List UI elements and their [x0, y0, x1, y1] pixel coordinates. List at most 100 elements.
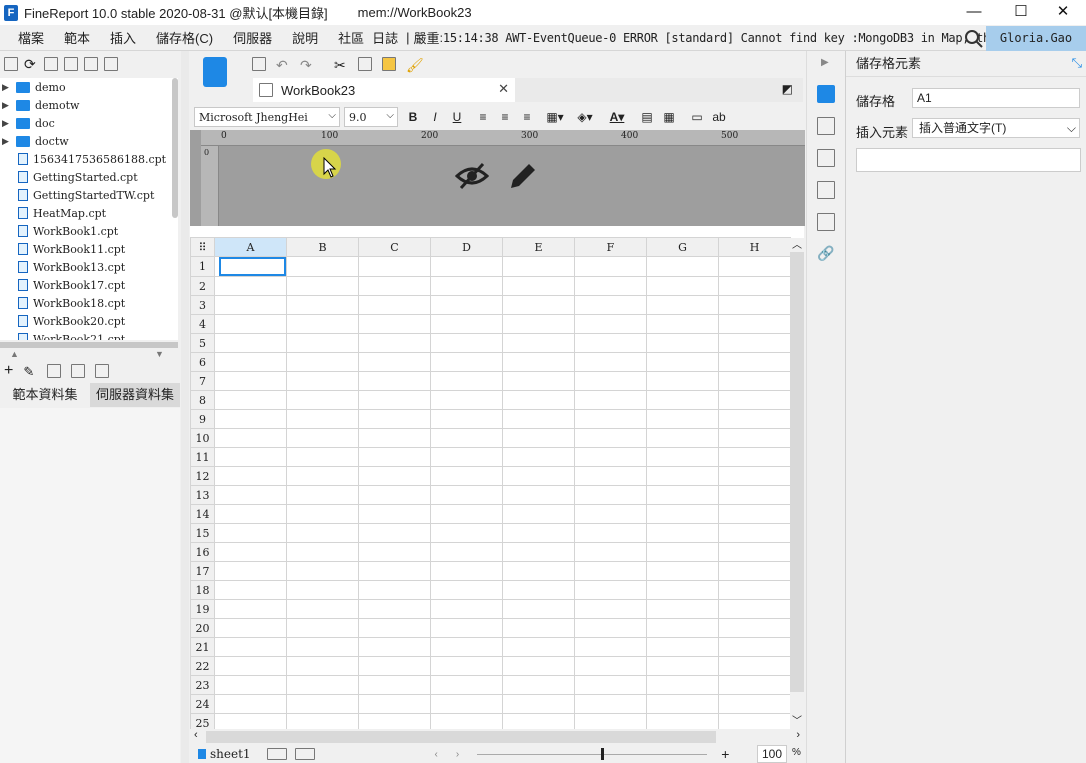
grid-cell[interactable] [574, 504, 647, 524]
font-size-select[interactable]: 9.0 ⌵ [344, 107, 398, 127]
grid-cell[interactable] [286, 637, 359, 657]
row-header[interactable]: 11 [190, 447, 215, 467]
column-header[interactable]: G [646, 237, 719, 257]
expand-icon[interactable]: ▶ [2, 136, 10, 147]
grid-cell[interactable] [574, 485, 647, 505]
grid-cell[interactable] [574, 314, 647, 334]
grid-cell[interactable] [502, 504, 575, 524]
grid-cell[interactable] [358, 504, 431, 524]
row-header[interactable]: 9 [190, 409, 215, 429]
row-header[interactable]: 17 [190, 561, 215, 581]
grid-cell[interactable] [430, 447, 503, 467]
grid-cell[interactable] [430, 485, 503, 505]
grid-cell[interactable] [718, 599, 791, 619]
grid-hscrollbar[interactable]: ‹ › [190, 729, 804, 745]
border-icon[interactable]: ▦▾ [544, 110, 566, 124]
grid-cell[interactable] [430, 428, 503, 448]
zoom-input[interactable]: 100 [757, 745, 787, 763]
grid-cell[interactable] [574, 409, 647, 429]
grid-cell[interactable] [646, 428, 719, 448]
row-header[interactable]: 23 [190, 675, 215, 695]
grid-cell[interactable] [646, 618, 719, 638]
row-header[interactable]: 6 [190, 352, 215, 372]
grid-cell[interactable] [214, 390, 287, 410]
grid-cell[interactable] [574, 542, 647, 562]
row-header[interactable]: 18 [190, 580, 215, 600]
grid-cell[interactable] [286, 618, 359, 638]
grid-cell[interactable] [286, 580, 359, 600]
tree-file[interactable]: WorkBook1.cpt [0, 222, 178, 240]
tab-close-icon[interactable]: ✕ [498, 81, 509, 97]
selected-cell[interactable] [219, 257, 286, 276]
save-icon[interactable] [252, 57, 266, 71]
grid-cell[interactable] [430, 618, 503, 638]
grid-cell[interactable] [358, 352, 431, 372]
font-select[interactable]: Microsoft JhengHei ⌵ [194, 107, 340, 127]
grid-cell[interactable] [358, 656, 431, 676]
text-format-icon[interactable]: ab [708, 110, 730, 124]
link-icon[interactable]: 🔗 [817, 245, 835, 263]
tree-folder[interactable]: ▶ demo [0, 78, 178, 96]
grid-cell[interactable] [718, 428, 791, 448]
collapse-right-icon[interactable]: ▶ [821, 57, 829, 68]
grid-cell[interactable] [214, 523, 287, 543]
grid-cell[interactable] [574, 447, 647, 467]
grid-cell[interactable] [502, 409, 575, 429]
delete-icon[interactable] [84, 57, 98, 71]
menu-insert[interactable]: 插入 [100, 28, 146, 47]
align-right-icon[interactable]: ≡ [516, 110, 538, 124]
grid-cell[interactable] [358, 409, 431, 429]
wrap-icon[interactable]: ▭ [686, 110, 708, 124]
grid-cell[interactable] [502, 276, 575, 296]
row-header[interactable]: 20 [190, 618, 215, 638]
tree-folder[interactable]: ▶ demotw [0, 96, 178, 114]
grid-cell[interactable] [430, 314, 503, 334]
grid-cell[interactable] [430, 409, 503, 429]
grid-cell[interactable] [502, 428, 575, 448]
grid-cell[interactable] [502, 352, 575, 372]
grid-cell[interactable] [430, 390, 503, 410]
tree-file[interactable]: GettingStartedTW.cpt [0, 186, 178, 204]
panel-down-icon[interactable]: ▼ [155, 349, 164, 359]
grid-cell[interactable] [430, 256, 503, 277]
column-header[interactable]: C [358, 237, 431, 257]
grid-cell[interactable] [646, 276, 719, 296]
grid-cell[interactable] [502, 580, 575, 600]
add-dataset-icon[interactable]: + [4, 362, 13, 380]
grid-cell[interactable] [718, 485, 791, 505]
grid-cell[interactable] [430, 675, 503, 695]
grid-cell[interactable] [214, 542, 287, 562]
grid-cell[interactable] [502, 599, 575, 619]
row-header[interactable]: 22 [190, 656, 215, 676]
grid-cell[interactable] [214, 371, 287, 391]
maximize-button[interactable]: ☐ [998, 0, 1044, 25]
split-cells-icon[interactable]: ▦ [658, 110, 680, 124]
grid-cell[interactable] [358, 371, 431, 391]
grid-cell[interactable] [646, 409, 719, 429]
grid-cell[interactable] [430, 561, 503, 581]
grid-cell[interactable] [646, 504, 719, 524]
grid-cell[interactable] [646, 561, 719, 581]
grid-cell[interactable] [358, 333, 431, 353]
grid-cell[interactable] [358, 561, 431, 581]
grid-cell[interactable] [502, 466, 575, 486]
sheet-tab[interactable]: sheet1 [206, 747, 251, 761]
grid-cell[interactable] [358, 599, 431, 619]
grid-cell[interactable] [502, 618, 575, 638]
row-header[interactable]: 16 [190, 542, 215, 562]
grid-cell[interactable] [358, 694, 431, 714]
panel-splitter[interactable] [181, 51, 189, 763]
tab-list-icon[interactable]: ◩ [782, 82, 793, 96]
panel-up-icon[interactable]: ▲ [10, 349, 19, 359]
grid-cell[interactable] [214, 599, 287, 619]
grid-cell[interactable] [358, 542, 431, 562]
row-header[interactable]: 21 [190, 637, 215, 657]
grid-cell[interactable] [286, 599, 359, 619]
scroll-right-icon[interactable]: › [796, 729, 800, 741]
grid-cell[interactable] [646, 656, 719, 676]
grid-cell[interactable] [574, 656, 647, 676]
hyperlink-icon[interactable] [817, 213, 835, 231]
scroll-left-icon[interactable]: ‹ [194, 729, 198, 741]
grid-cell[interactable] [286, 713, 359, 729]
zoom-slider-thumb[interactable] [601, 747, 605, 760]
